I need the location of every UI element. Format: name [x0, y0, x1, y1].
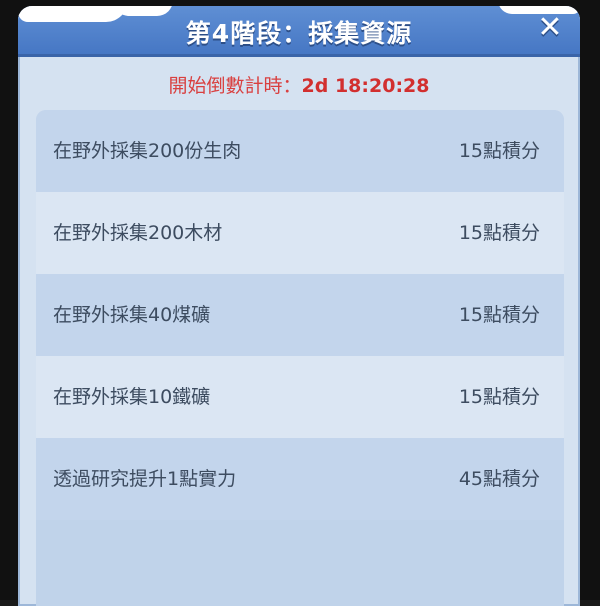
event-panel: 第4階段：採集資源 ✕ 開始倒數計時：2d 18:20:28 在野外採集200份… [18, 6, 580, 606]
task-list: 在野外採集200份生肉 15點積分 在野外採集200木材 15點積分 在野外採集… [36, 110, 564, 606]
countdown-time: 2d 18:20:28 [301, 75, 430, 97]
panel-header: 第4階段：採集資源 ✕ [18, 6, 580, 54]
task-row: 在野外採集10鐵礦 15點積分 [36, 356, 564, 438]
task-row: 在野外採集200份生肉 15點積分 [36, 110, 564, 192]
task-points: 15點積分 [458, 304, 540, 326]
task-label: 在野外採集200份生肉 [53, 140, 242, 162]
countdown-label: 開始倒數計時： [168, 75, 302, 97]
screen-background: 第4階段：採集資源 ✕ 開始倒數計時：2d 18:20:28 在野外採集200份… [0, 0, 600, 606]
task-row: 在野外採集40煤礦 15點積分 [36, 274, 564, 356]
countdown-timer: 開始倒數計時：2d 18:20:28 [18, 71, 580, 98]
task-label: 透過研究提升1點實力 [53, 468, 237, 490]
task-label: 在野外採集200木材 [53, 222, 223, 244]
task-label: 在野外採集10鐵礦 [53, 386, 211, 408]
task-points: 15點積分 [458, 222, 540, 244]
task-row: 在野外採集200木材 15點積分 [36, 192, 564, 274]
task-points: 15點積分 [458, 386, 540, 408]
task-points: 15點積分 [458, 140, 540, 162]
task-label: 在野外採集40煤礦 [53, 304, 211, 326]
task-points: 45點積分 [458, 468, 540, 490]
task-row: 透過研究提升1點實力 45點積分 [36, 438, 564, 520]
panel-title: 第4階段：採集資源 [185, 19, 413, 48]
close-icon[interactable]: ✕ [534, 12, 566, 44]
